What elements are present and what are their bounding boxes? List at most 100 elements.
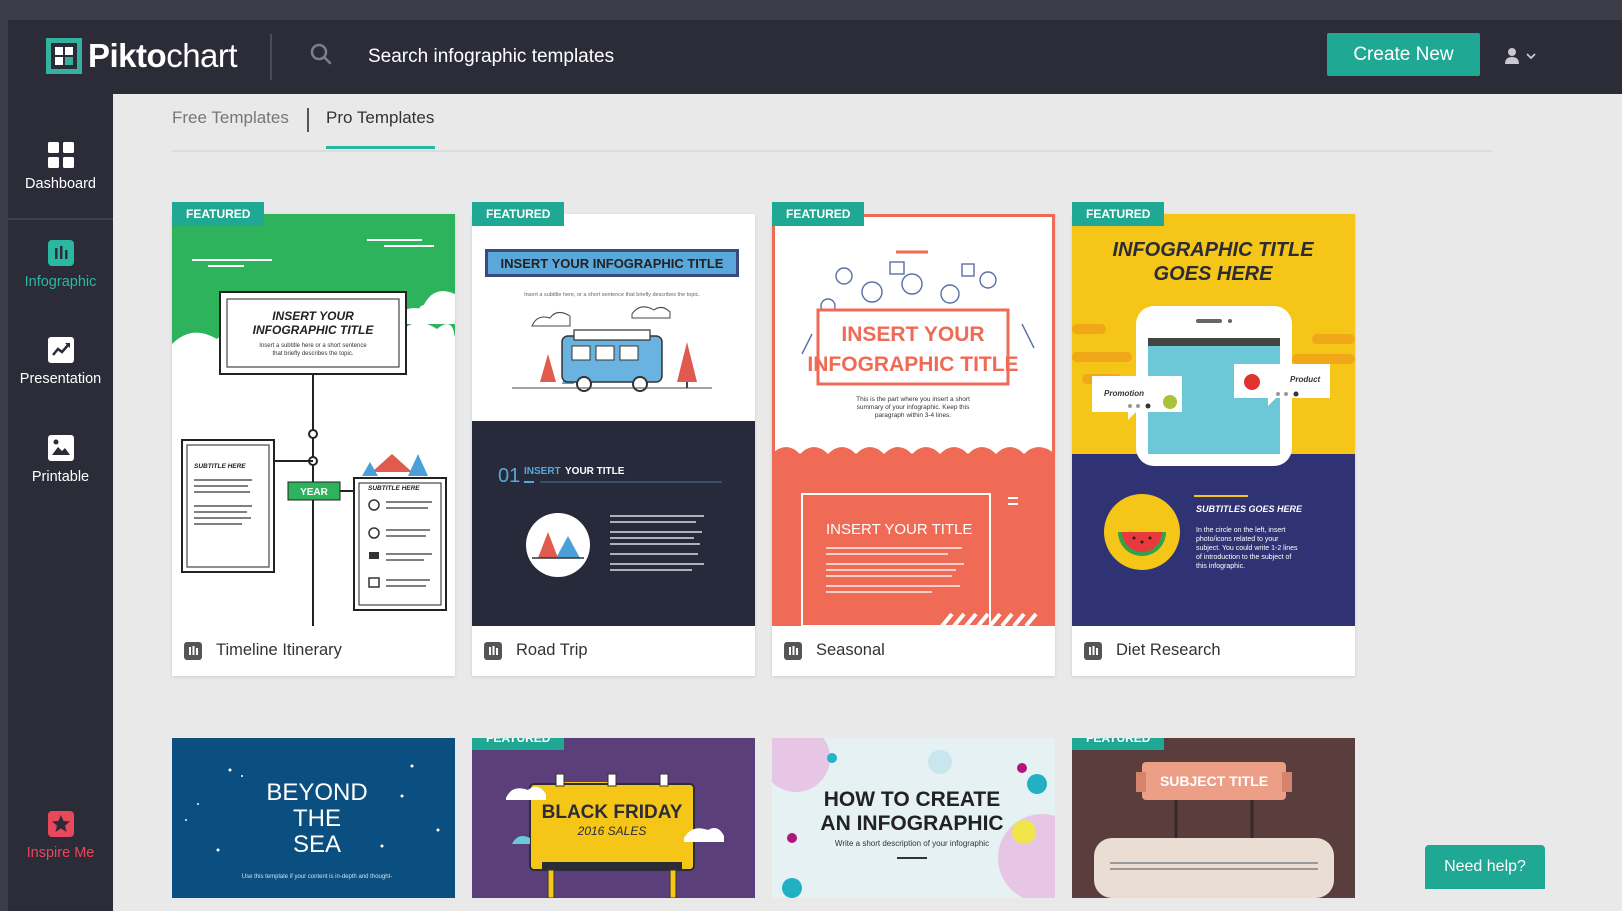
thumb-section-title-b: YOUR TITLE [565,466,625,477]
thumb-title-line2: 2016 SALES [577,824,647,838]
template-card-how-to-create[interactable]: HOW TO CREATE AN INFOGRAPHIC Write a sho… [772,738,1055,898]
template-name: Timeline Itinerary [216,641,342,659]
template-card-road-trip[interactable]: FEATURED INSERT YOUR INFOGRAPHIC TITLE I… [472,202,755,676]
grid-icon [47,141,75,169]
thumb-title-line2: INFOGRAPHIC TITLE [253,323,375,337]
thumb-note: Use this template if your content is in-… [242,874,392,880]
thumb-title-line1: BLACK FRIDAY [542,802,683,823]
user-icon [1505,48,1519,64]
chevron-down-icon [1526,53,1536,60]
star-icon [47,810,75,838]
sidebar-label: Dashboard [25,176,96,192]
template-thumbnail: INFOGRAPHIC TITLE GOES HERE Promotion Pr… [1072,214,1355,626]
thumb-subtitle-left: SUBTITLE HERE [194,463,246,470]
template-card-subject-title[interactable]: FEATURED SUBJECT TITLE [1072,738,1355,898]
thumb-description: Write a short description of your infogr… [835,839,989,848]
thumb-title-line1: INFOGRAPHIC TITLE [1112,239,1314,261]
sidebar-item-infographic[interactable]: Infographic [8,217,113,309]
thumb-subtitle-line1: Insert a subtitle here or a short senten… [259,343,367,349]
sidebar-item-printable[interactable]: Printable [8,412,113,504]
thumb-title-line1: INSERT YOUR [272,309,354,323]
template-tabs: Free Templates Pro Templates [172,94,1492,152]
tab-free-templates[interactable]: Free Templates [172,108,289,128]
infographic-icon [784,642,802,660]
thumb-desc-line3: paragraph within 3-4 lines. [875,412,951,419]
thumb-subtitle-right: SUBTITLE HERE [368,485,420,492]
search-icon[interactable] [310,43,332,65]
sidebar-label: Presentation [19,371,102,387]
template-card-footer: Diet Research [1072,626,1355,676]
template-card-footer: Seasonal [772,626,1055,676]
template-card-timeline-itinerary[interactable]: FEATURED INSERT YOUR INFOGRAPHIC TITLE I… [172,202,455,676]
presentation-icon [47,336,75,364]
thumb-title-line2: GOES HERE [1154,263,1274,285]
sidebar: Dashboard Infographic Presentation Print… [8,94,113,911]
thumb-subtitle-line2: that briefly describes the topic. [272,351,353,357]
thumb-number: 01 [498,465,520,487]
thumb-desc-line1: In the circle on the left, insert [1196,527,1286,534]
featured-badge: FEATURED [472,738,565,750]
thumb-section-title: INSERT YOUR TITLE [826,521,972,538]
thumb-title-line2: THE [293,805,341,832]
sidebar-item-presentation[interactable]: Presentation [8,314,113,406]
template-thumbnail: INSERT YOUR INFOGRAPHIC TITLE Insert a s… [172,214,455,626]
header-divider [270,34,272,80]
sidebar-label: Printable [31,469,90,485]
thumb-subtitle: Insert a subtitle here, or a short sente… [524,292,700,298]
thumb-desc-line2: summary of your infographic. Keep this [857,404,970,411]
app-window: Piktochart Create New [8,20,1622,911]
user-menu[interactable] [1504,44,1544,68]
active-tab-indicator [326,146,435,149]
sidebar-label: Infographic [24,274,97,290]
template-name: Diet Research [1116,641,1221,659]
featured-badge: FEATURED [1072,738,1165,750]
template-card-beyond-the-sea[interactable]: BEYOND THE SEA Use this template if your… [172,738,455,898]
piktochart-logo[interactable]: Piktochart [46,37,238,75]
featured-badge: FEATURED [172,202,265,226]
template-thumbnail: INSERT YOUR INFOGRAPHIC TITLE This is th… [772,214,1055,626]
sidebar-item-dashboard[interactable]: Dashboard [8,119,113,211]
infographic-icon [47,239,75,267]
template-name: Road Trip [516,641,588,659]
thumb-subtitle: SUBTITLES GOES HERE [1196,504,1303,514]
image-icon [47,434,75,462]
thumb-title: SUBJECT TITLE [1160,773,1268,789]
template-card-footer: Timeline Itinerary [172,626,455,676]
featured-badge: FEATURED [1072,202,1165,226]
logo-mark-icon [46,38,82,74]
thumb-title-line1: HOW TO CREATE [824,788,1001,811]
thumb-desc-line1: This is the part where you insert a shor… [856,396,970,403]
featured-badge: FEATURED [772,202,865,226]
sidebar-label: Inspire Me [26,845,95,861]
search-input[interactable] [368,42,888,72]
template-card-seasonal[interactable]: FEATURED INSERT YOUR INFOGRAPHIC TITLE T… [772,202,1055,676]
top-bar: Piktochart Create New [8,20,1622,94]
tab-divider [307,108,309,132]
tab-pro-templates[interactable]: Pro Templates [326,108,434,128]
thumb-product-label: Product [1290,375,1321,384]
thumb-title-line2: INFOGRAPHIC TITLE [807,353,1018,376]
thumb-desc-line3: subject. You could write 1-2 lines [1196,545,1298,552]
thumb-desc-line4: of introduction to the subject of [1196,554,1291,561]
logo-text: Piktochart [88,37,238,74]
template-card-diet-research[interactable]: FEATURED INFOGRAPHIC TITLE GOES HERE Pro… [1072,202,1355,676]
template-name: Seasonal [816,641,885,659]
thumb-title-line2: AN INFOGRAPHIC [820,812,1003,835]
thumb-desc-line2: photo/icons related to your [1196,536,1279,543]
thumb-title-line1: INSERT YOUR [841,323,984,346]
thumb-title: INSERT YOUR INFOGRAPHIC TITLE [501,256,724,271]
template-card-footer: Road Trip [472,626,755,676]
sidebar-item-inspire-me[interactable]: Inspire Me [8,788,113,880]
need-help-button[interactable]: Need help? [1425,845,1545,889]
infographic-icon [184,642,202,660]
thumb-section-title-a: INSERT [524,466,561,477]
featured-badge: FEATURED [472,202,565,226]
thumb-title-line1: BEYOND [266,779,367,806]
thumb-year-label: YEAR [300,487,329,498]
create-new-button[interactable]: Create New [1327,33,1480,76]
template-card-black-friday[interactable]: FEATURED BLACK FRIDAY 2016 SALES [472,738,755,898]
template-thumbnail: INSERT YOUR INFOGRAPHIC TITLE Insert a s… [472,214,755,626]
thumb-promotion-label: Promotion [1104,389,1144,398]
thumb-desc-line5: this infographic. [1196,563,1245,570]
thumb-title-line3: SEA [293,831,341,858]
